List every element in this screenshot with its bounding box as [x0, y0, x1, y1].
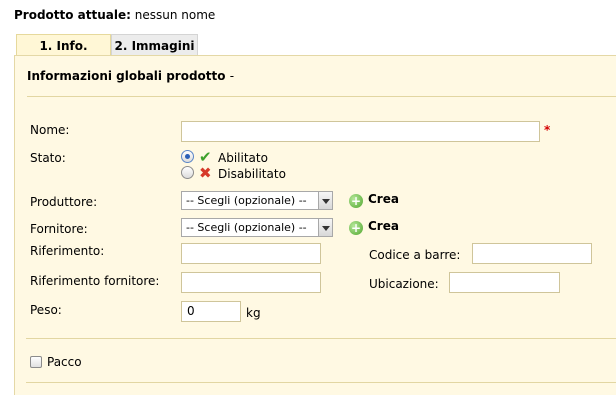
status-label: Stato: — [30, 151, 66, 165]
chevron-down-icon — [318, 192, 332, 209]
create-supplier-link[interactable]: Crea — [368, 219, 399, 233]
pack-label[interactable]: Pacco — [47, 355, 82, 369]
supplier-reference-input[interactable] — [181, 272, 321, 293]
section-divider — [27, 96, 616, 97]
status-enabled-label: Abilitato — [218, 151, 268, 165]
manufacturer-label: Produttore: — [30, 195, 98, 209]
status-enabled-radio[interactable] — [181, 150, 194, 163]
create-manufacturer-link[interactable]: Crea — [368, 192, 399, 206]
location-input[interactable] — [449, 272, 560, 293]
tab-images[interactable]: 2. Immagini — [111, 34, 198, 56]
current-product-value: nessun nome — [134, 8, 216, 22]
cross-icon: ✖ — [199, 164, 212, 182]
manufacturer-select[interactable]: -- Scegli (opzionale) -- — [181, 191, 333, 210]
status-disabled-radio[interactable] — [181, 166, 194, 179]
add-circle-icon[interactable]: + — [349, 194, 363, 208]
name-label: Nome: — [30, 123, 70, 137]
weight-label: Peso: — [30, 303, 62, 317]
supplier-reference-label: Riferimento fornitore: — [30, 274, 160, 288]
reference-label: Riferimento: — [30, 244, 105, 258]
manufacturer-selected-value: -- Scegli (opzionale) -- — [186, 194, 307, 207]
tab-info[interactable]: 1. Info. — [16, 34, 111, 56]
add-circle-icon[interactable]: + — [349, 221, 363, 235]
panel-title-suffix: - — [229, 69, 235, 83]
current-product-line: Prodotto attuale: nessun nome — [14, 8, 215, 22]
check-icon: ✔ — [199, 148, 212, 166]
weight-input[interactable]: 0 — [181, 301, 241, 322]
status-disabled-label: Disabilitato — [218, 167, 286, 181]
supplier-label: Fornitore: — [30, 222, 88, 236]
name-input[interactable] — [181, 121, 540, 142]
weight-unit: kg — [246, 306, 261, 320]
panel-title: Informazioni globali prodotto - — [27, 69, 234, 83]
required-asterisk: * — [544, 123, 551, 137]
supplier-select[interactable]: -- Scegli (opzionale) -- — [181, 218, 333, 237]
section-divider — [26, 338, 616, 339]
section-divider — [26, 382, 616, 383]
barcode-label: Codice a barre: — [369, 248, 461, 262]
pack-checkbox[interactable] — [30, 356, 42, 368]
barcode-input[interactable] — [472, 243, 592, 264]
reference-input[interactable] — [181, 243, 321, 264]
supplier-selected-value: -- Scegli (opzionale) -- — [186, 221, 307, 234]
current-product-label: Prodotto attuale: — [14, 8, 131, 22]
chevron-down-icon — [318, 219, 332, 236]
location-label: Ubicazione: — [369, 277, 439, 291]
panel-title-text: Informazioni globali prodotto — [27, 69, 226, 83]
